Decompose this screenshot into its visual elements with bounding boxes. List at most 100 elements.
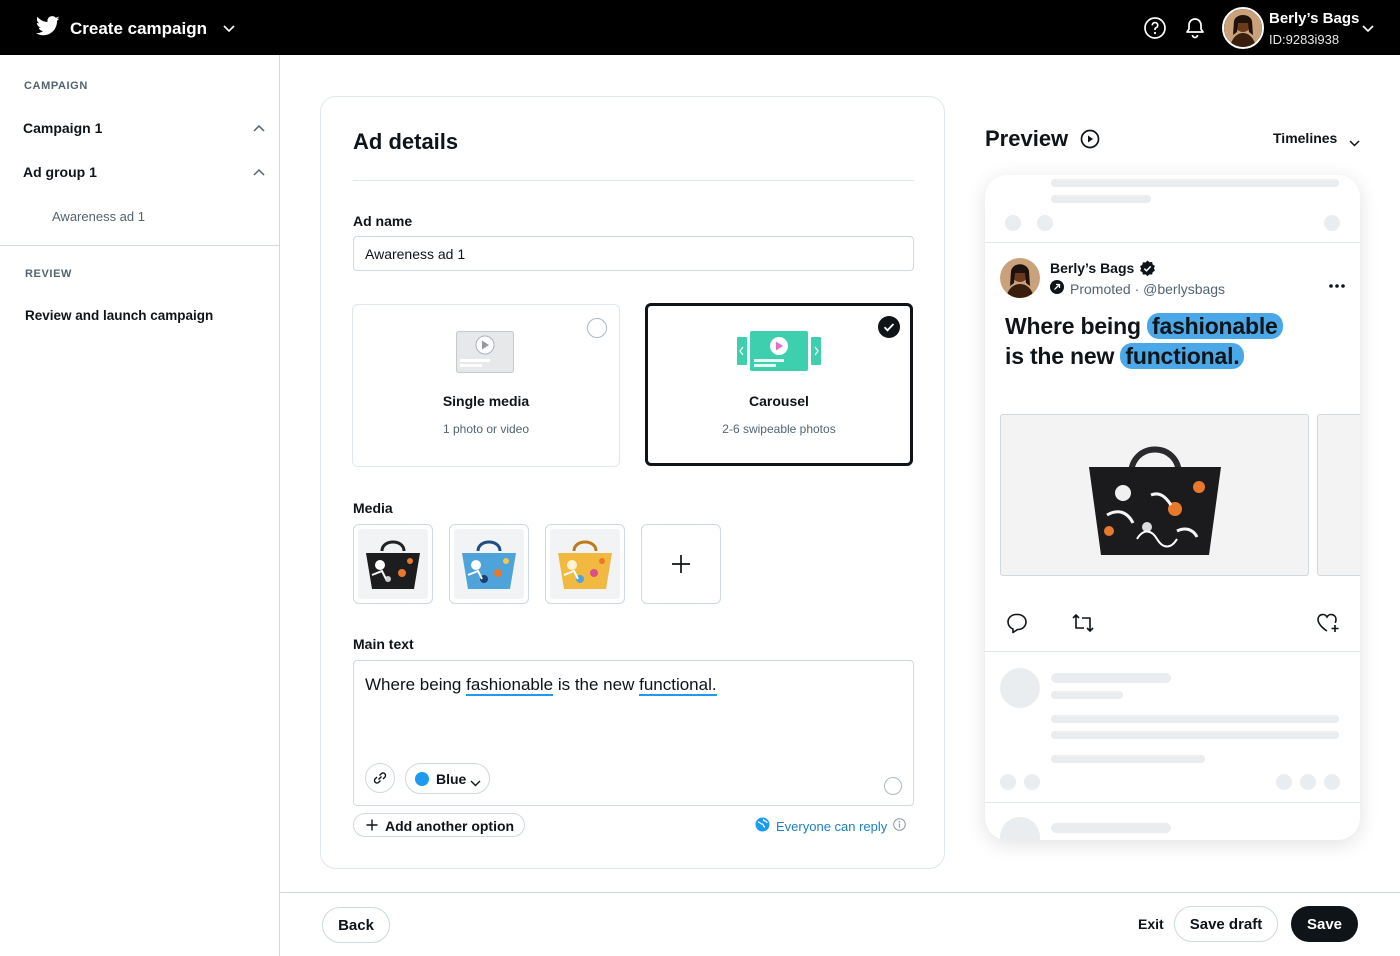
placeholder-avatar bbox=[1000, 817, 1040, 840]
bag-blue-image bbox=[462, 540, 516, 589]
sidebar-section-campaign: CAMPAIGN bbox=[24, 80, 88, 92]
check-icon[interactable] bbox=[878, 316, 900, 338]
placeholder-line bbox=[1051, 195, 1151, 203]
promoted-label: Promoted · @berlysbags bbox=[1050, 280, 1225, 297]
format-title: Carousel bbox=[749, 393, 809, 409]
chevron-down-icon[interactable] bbox=[1362, 20, 1374, 38]
exit-button[interactable]: Exit bbox=[1138, 916, 1164, 932]
character-count-ring bbox=[884, 777, 902, 795]
ad-details-card: Ad details Ad name Single media 1 photo … bbox=[320, 96, 945, 869]
sidebar-item-ad-group[interactable]: Ad group 1 bbox=[23, 164, 97, 180]
link-button[interactable] bbox=[365, 763, 395, 793]
placeholder-dot bbox=[1000, 774, 1016, 790]
placeholder-dot bbox=[1024, 774, 1040, 790]
format-description: 2-6 swipeable photos bbox=[722, 422, 836, 436]
format-title: Single media bbox=[442, 393, 530, 409]
divider bbox=[985, 802, 1360, 803]
placeholder-dot bbox=[1005, 215, 1021, 231]
globe-icon bbox=[755, 817, 770, 835]
placeholder-avatar bbox=[1000, 668, 1040, 708]
plus-icon bbox=[671, 554, 691, 579]
highlight-color-label: Blue bbox=[436, 771, 467, 787]
placeholder-dot bbox=[1037, 215, 1053, 231]
main-text-field[interactable]: Where being fashionable is the new funct… bbox=[353, 660, 914, 806]
sidebar-section-review: REVIEW bbox=[25, 268, 72, 280]
format-option-carousel[interactable]: Carousel 2-6 swipeable photos bbox=[645, 303, 913, 466]
color-dot bbox=[415, 772, 429, 786]
save-button[interactable]: Save bbox=[1291, 906, 1358, 942]
like-icon[interactable] bbox=[1315, 611, 1339, 635]
avatar[interactable] bbox=[1222, 7, 1264, 49]
plus-icon bbox=[366, 818, 378, 836]
page-title: Create campaign bbox=[70, 18, 207, 38]
main-text-content[interactable]: Where being fashionable is the new funct… bbox=[365, 675, 717, 696]
placeholder-line bbox=[1051, 179, 1339, 187]
bag-black-image bbox=[1089, 446, 1221, 555]
top-bar: Create campaign Berly’s Bags ID:9283i938 bbox=[0, 0, 1400, 55]
chevron-down-icon[interactable] bbox=[1349, 134, 1360, 152]
chevron-up-icon[interactable] bbox=[252, 166, 266, 180]
media-thumbnail[interactable] bbox=[449, 524, 529, 604]
link-icon bbox=[373, 772, 387, 784]
reply-setting[interactable]: Everyone can reply bbox=[755, 817, 907, 835]
media-thumbnail[interactable] bbox=[545, 524, 625, 604]
account-id: ID:9283i938 bbox=[1269, 32, 1340, 47]
back-button[interactable]: Back bbox=[322, 907, 390, 943]
placeholder-line bbox=[1051, 673, 1171, 683]
sidebar-divider bbox=[0, 245, 279, 246]
ad-name-label: Ad name bbox=[353, 213, 413, 229]
sidebar: CAMPAIGN Campaign 1 Ad group 1 Awareness… bbox=[0, 55, 280, 956]
sidebar-item-ad[interactable]: Awareness ad 1 bbox=[52, 209, 145, 224]
preview-title: Preview bbox=[985, 126, 1069, 151]
create-campaign-menu[interactable]: Create campaign bbox=[35, 16, 235, 41]
placeholder-line bbox=[1051, 691, 1123, 699]
ad-details-title: Ad details bbox=[353, 129, 459, 154]
single-media-icon bbox=[456, 331, 514, 380]
carousel-card[interactable] bbox=[1000, 414, 1309, 576]
help-icon[interactable] bbox=[1143, 16, 1167, 40]
chevron-down-icon bbox=[470, 774, 481, 792]
format-description: 1 photo or video bbox=[442, 422, 530, 436]
bag-yellow-image bbox=[558, 540, 612, 589]
placement-select[interactable]: Timelines bbox=[1273, 130, 1337, 146]
media-thumbnail[interactable] bbox=[353, 524, 433, 604]
add-media-button[interactable] bbox=[641, 524, 721, 604]
twitter-bird-icon bbox=[35, 16, 60, 41]
retweet-icon[interactable] bbox=[1070, 611, 1094, 635]
tweet-text: Where being fashionable is the new funct… bbox=[1005, 311, 1283, 371]
save-draft-button[interactable]: Save draft bbox=[1174, 906, 1278, 942]
more-icon[interactable] bbox=[1329, 275, 1345, 293]
reply-icon[interactable] bbox=[1005, 611, 1029, 635]
bag-black-image bbox=[366, 540, 420, 589]
placeholder-line bbox=[1051, 715, 1339, 723]
placeholder-dot bbox=[1324, 774, 1340, 790]
sidebar-item-campaign[interactable]: Campaign 1 bbox=[23, 120, 102, 136]
sidebar-item-review[interactable]: Review and launch campaign bbox=[25, 308, 213, 323]
divider bbox=[353, 180, 914, 181]
placeholder-dot bbox=[1300, 774, 1316, 790]
media-label: Media bbox=[353, 500, 393, 516]
highlight-word: functional. bbox=[639, 675, 717, 696]
carousel-card-next[interactable] bbox=[1317, 414, 1360, 576]
add-another-option-button[interactable]: Add another option bbox=[353, 813, 525, 837]
highlight-word: fashionable bbox=[1147, 313, 1283, 339]
play-icon[interactable] bbox=[1080, 129, 1100, 154]
highlight-color-select[interactable]: Blue bbox=[405, 763, 490, 794]
promoted-icon bbox=[1050, 280, 1064, 297]
account-name[interactable]: Berly’s Bags bbox=[1269, 10, 1359, 27]
info-icon[interactable] bbox=[893, 818, 907, 834]
highlight-word: fashionable bbox=[466, 675, 554, 696]
bell-icon[interactable] bbox=[1183, 16, 1207, 40]
footer-bar: Back Exit Save draft Save bbox=[280, 892, 1400, 956]
divider bbox=[985, 651, 1360, 652]
verified-icon bbox=[1139, 260, 1156, 282]
main-text-label: Main text bbox=[353, 636, 414, 652]
divider bbox=[985, 242, 1360, 243]
ad-name-input[interactable] bbox=[353, 236, 914, 271]
placeholder-line bbox=[1051, 755, 1205, 763]
chevron-up-icon[interactable] bbox=[252, 122, 266, 136]
chevron-down-icon bbox=[223, 20, 235, 38]
radio-button[interactable] bbox=[587, 318, 607, 338]
format-option-single-media[interactable]: Single media 1 photo or video bbox=[352, 304, 620, 467]
placeholder-dot bbox=[1276, 774, 1292, 790]
